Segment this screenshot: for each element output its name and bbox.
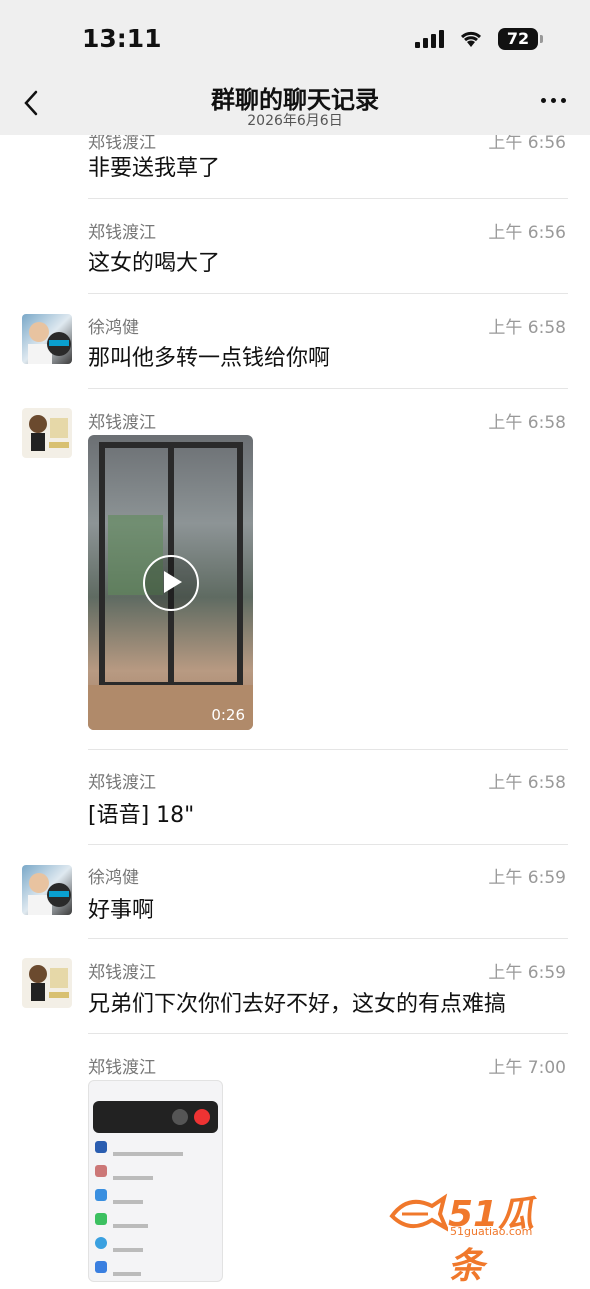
message-sender: 徐鸿健 [88, 868, 139, 888]
message-text[interactable]: 兄弟们下次你们去好不好，这女的有点难搞 [88, 986, 506, 1018]
divider [88, 844, 568, 845]
message-sender: 郑钱渡江 [88, 963, 156, 983]
message-text[interactable]: 好事啊 [88, 892, 154, 924]
divider [88, 198, 568, 199]
fish-logo-icon [389, 1193, 448, 1232]
avatar[interactable] [22, 865, 72, 915]
play-icon[interactable] [143, 555, 199, 611]
image-thumbnail[interactable] [88, 1080, 223, 1282]
status-bar: 13:11 72 [0, 0, 590, 80]
battery-icon: 72 [498, 28, 543, 50]
message-sender: 郑钱渡江 [88, 1058, 156, 1078]
divider [88, 938, 568, 939]
divider [88, 293, 568, 294]
video-thumbnail[interactable]: 0:26 [88, 435, 253, 730]
page-date: 2026年6月6日 [247, 113, 343, 129]
more-icon[interactable] [541, 98, 566, 103]
message-time: 上午 6:58 [488, 318, 566, 338]
voice-message[interactable]: [语音] 18" [88, 797, 194, 829]
divider [88, 749, 568, 750]
message-sender: 郑钱渡江 [88, 773, 156, 793]
message-sender: 徐鸿健 [88, 318, 139, 338]
message-text[interactable]: 非要送我草了 [88, 150, 220, 182]
message-time: 上午 6:58 [488, 413, 566, 433]
message-time: 上午 6:59 [488, 963, 566, 983]
wifi-icon [460, 31, 482, 47]
message-sender: 郑钱渡江 [88, 413, 156, 433]
watermark-url: 51guatiao.com [450, 1225, 533, 1238]
message-time: 上午 6:56 [488, 223, 566, 243]
message-time: 上午 7:00 [488, 1058, 566, 1078]
message-sender: 郑钱渡江 [88, 223, 156, 243]
message-text[interactable]: 这女的喝大了 [88, 245, 220, 277]
divider [88, 1033, 568, 1034]
message-time: 上午 6:58 [488, 773, 566, 793]
nav-bar-overlay: 群聊的聊天记录 2026年6月6日 [0, 80, 590, 135]
avatar[interactable] [22, 408, 72, 458]
video-duration: 0:26 [211, 706, 245, 724]
call-bar-graphic [93, 1101, 218, 1133]
status-time: 13:11 [82, 24, 162, 53]
cellular-signal-icon [415, 30, 444, 48]
message-time: 上午 6:59 [488, 868, 566, 888]
message-text[interactable]: 那叫他多转一点钱给你啊 [88, 340, 330, 372]
divider [88, 388, 568, 389]
status-icons: 72 [415, 28, 543, 50]
avatar[interactable] [22, 314, 72, 364]
watermark: 51瓜条 51guatiao.com [388, 1183, 568, 1287]
avatar[interactable] [22, 958, 72, 1008]
